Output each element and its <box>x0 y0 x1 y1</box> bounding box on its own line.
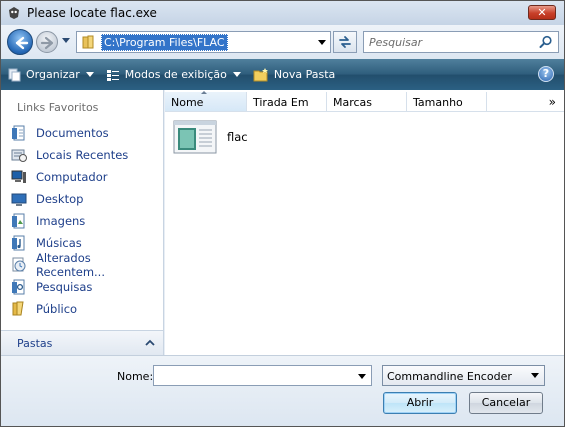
organize-menu[interactable]: Organizar <box>1 59 100 90</box>
documents-icon <box>12 125 25 141</box>
sidebar-item-pesquisas[interactable]: Pesquisas <box>11 276 163 298</box>
organize-label: Organizar <box>26 68 80 81</box>
organize-icon <box>8 68 21 81</box>
sidebar-item-label: Locais Recentes <box>36 148 129 162</box>
music-icon <box>12 235 25 251</box>
recently-changed-icon <box>12 257 26 272</box>
help-button[interactable]: ? <box>538 66 554 82</box>
filename-input[interactable] <box>153 365 372 386</box>
sidebar-item-label: Pesquisas <box>36 280 93 294</box>
column-header-row: Nome Tirada Em Marcas Tamanho » <box>165 91 564 112</box>
navigation-pane: Links Favoritos Documentos Locais Recent… <box>1 90 164 355</box>
new-folder-icon <box>253 67 268 81</box>
file-type-dropdown-icon <box>531 373 539 378</box>
app-icon <box>9 7 19 19</box>
more-columns-button[interactable]: » <box>541 92 564 111</box>
back-button[interactable] <box>7 29 33 55</box>
file-list-pane: Nome Tirada Em Marcas Tamanho » flac <box>165 90 564 355</box>
search-input[interactable]: Pesquisar <box>363 31 559 53</box>
sidebar-item-alterados-recentemente[interactable]: Alterados Recentem... <box>11 251 163 279</box>
sidebar-item-label: Documentos <box>36 126 109 140</box>
favorite-links-list: Documentos Locais Recentes Computador De… <box>11 122 163 320</box>
new-folder-button[interactable]: Nova Pasta <box>247 59 341 90</box>
search-icon[interactable] <box>539 35 553 49</box>
sidebar-item-label: Músicas <box>36 236 82 250</box>
sidebar-item-label: Público <box>36 302 78 316</box>
searches-icon <box>12 279 25 295</box>
file-type-select[interactable]: Commandline Encoder <box>382 365 545 386</box>
public-folder-icon <box>12 301 24 316</box>
dialog-footer: Nome: Commandline Encoder Abrir Cancelar <box>1 355 564 426</box>
sidebar-item-desktop[interactable]: Desktop <box>11 188 163 210</box>
filename-label: Nome: <box>117 370 154 383</box>
back-arrow-icon <box>15 36 29 50</box>
address-dropdown-icon[interactable] <box>318 40 326 45</box>
recent-places-icon <box>11 149 27 162</box>
forward-arrow-icon <box>40 36 54 50</box>
sidebar-item-label: Computador <box>36 170 108 184</box>
column-name[interactable]: Nome <box>165 91 247 111</box>
refresh-button[interactable] <box>333 31 357 53</box>
pictures-icon <box>12 213 25 229</box>
column-date-taken[interactable]: Tirada Em <box>247 92 327 111</box>
executable-icon <box>173 120 217 154</box>
sidebar-item-label: Alterados Recentem... <box>36 251 105 279</box>
column-size[interactable]: Tamanho <box>407 92 487 111</box>
desktop-icon <box>11 193 27 206</box>
folders-label: Pastas <box>17 337 53 350</box>
window-title: Please locate flac.exe <box>27 6 157 20</box>
file-name: flac <box>227 130 248 144</box>
filename-dropdown-icon[interactable] <box>358 374 366 379</box>
chevron-up-icon <box>145 339 155 346</box>
forward-button[interactable] <box>36 31 58 53</box>
address-path[interactable]: C:\Program Files\FLAC <box>101 33 228 51</box>
command-toolbar: Organizar Modos de exibição Nova Pasta ? <box>1 59 564 90</box>
column-label: Tirada Em <box>253 96 309 109</box>
open-button[interactable]: Abrir <box>383 392 457 414</box>
sidebar-item-publico[interactable]: Público <box>11 298 163 320</box>
file-type-value: Commandline Encoder <box>387 370 512 383</box>
sidebar-item-computador[interactable]: Computador <box>11 166 163 188</box>
sidebar-item-imagens[interactable]: Imagens <box>11 210 163 232</box>
views-menu[interactable]: Modos de exibição <box>100 59 247 90</box>
computer-icon <box>11 170 26 183</box>
address-bar-row: C:\Program Files\FLAC Pesquisar <box>1 25 564 59</box>
column-tags[interactable]: Marcas <box>327 92 407 111</box>
folder-icon <box>82 35 94 49</box>
sidebar-item-locais-recentes[interactable]: Locais Recentes <box>11 144 163 166</box>
close-button[interactable]: ✕ <box>528 5 556 20</box>
sidebar-item-label: Imagens <box>36 214 86 228</box>
list-item[interactable]: flac <box>173 120 248 154</box>
new-folder-label: Nova Pasta <box>273 68 336 81</box>
sidebar-item-label: Desktop <box>36 192 84 206</box>
file-open-dialog: Please locate flac.exe ✕ C:\Program File… <box>0 0 565 427</box>
address-field[interactable]: C:\Program Files\FLAC <box>76 31 331 53</box>
cancel-button[interactable]: Cancelar <box>469 392 543 414</box>
column-label: Nome <box>171 96 204 109</box>
favorite-links-heading: Links Favoritos <box>17 101 99 114</box>
views-label: Modos de exibição <box>124 68 227 81</box>
search-placeholder: Pesquisar <box>369 36 423 49</box>
sidebar-item-documentos[interactable]: Documentos <box>11 122 163 144</box>
column-label: Tamanho <box>413 96 463 109</box>
column-label: Marcas <box>333 96 373 109</box>
organize-caret-icon <box>85 72 94 77</box>
views-caret-icon <box>232 72 241 77</box>
folders-toggle[interactable]: Pastas <box>1 330 163 355</box>
refresh-icon <box>339 36 351 48</box>
history-dropdown-icon[interactable] <box>62 38 70 43</box>
title-bar: Please locate flac.exe ✕ <box>1 1 564 25</box>
views-icon <box>106 69 119 81</box>
sort-ascending-icon <box>201 91 207 94</box>
